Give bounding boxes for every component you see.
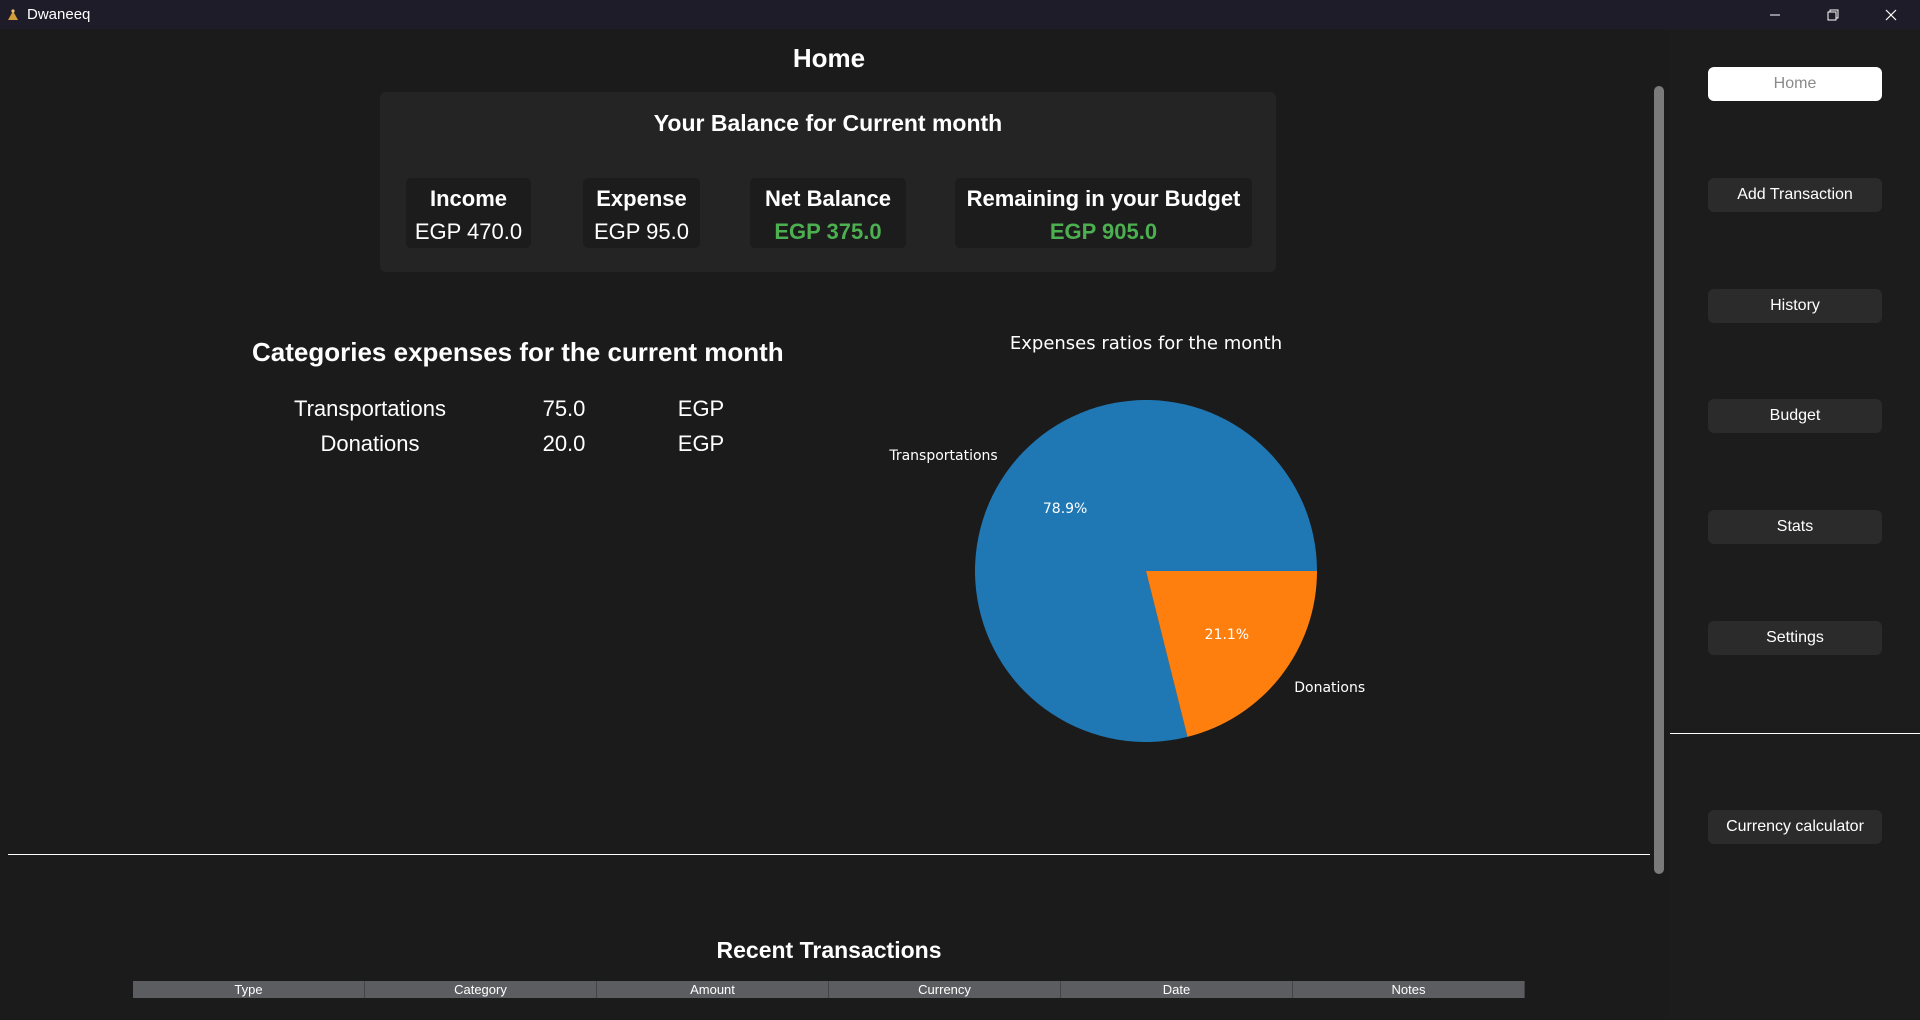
column-header-type[interactable]: Type <box>133 981 365 998</box>
pie-chart-svg: Expenses ratios for the month 78.9% Trans… <box>888 333 1365 743</box>
category-currency: EGP <box>677 431 725 456</box>
section-divider <box>8 854 1650 855</box>
column-header-amount[interactable]: Amount <box>596 981 830 998</box>
title-bar: Dwaneeq <box>0 0 1920 29</box>
net-balance-card: Net Balance EGP 375.0 <box>750 178 906 248</box>
column-header-notes[interactable]: Notes <box>1292 981 1525 998</box>
window-title: Dwaneeq <box>27 6 91 23</box>
remaining-budget-label: Remaining in your Budget <box>966 186 1241 211</box>
income-card: Income EGP 470.0 <box>406 178 531 248</box>
restore-icon[interactable] <box>1804 0 1862 29</box>
pie-percent-label: 78.9% <box>1043 501 1087 517</box>
sidebar: Home Add Transaction History Budget Stat… <box>1670 29 1920 1020</box>
table-header-row: Type Category Amount Currency Date Notes <box>133 981 1525 998</box>
scrollbar-thumb[interactable] <box>1654 86 1664 874</box>
nav-settings-button[interactable]: Settings <box>1708 621 1882 655</box>
category-amount: 20.0 <box>542 431 586 456</box>
nav-stats-button[interactable]: Stats <box>1708 510 1882 544</box>
balance-panel: Your Balance for Current month Income EG… <box>380 92 1276 272</box>
column-header-currency[interactable]: Currency <box>828 981 1062 998</box>
page-title: Home <box>792 43 866 73</box>
scrollbar[interactable] <box>1654 86 1664 874</box>
net-balance-value: EGP 375.0 <box>774 219 882 244</box>
column-header-category[interactable]: Category <box>364 981 598 998</box>
pie-category-label: Transportations <box>888 448 997 464</box>
pie-category-label: Donations <box>1294 680 1365 696</box>
nav-add-transaction-button[interactable]: Add Transaction <box>1708 178 1882 212</box>
net-balance-label: Net Balance <box>765 186 891 211</box>
expense-card: Expense EGP 95.0 <box>583 178 700 248</box>
remaining-budget-value: EGP 905.0 <box>1049 219 1158 244</box>
category-amount: 75.0 <box>542 396 586 421</box>
transactions-table: Type Category Amount Currency Date Notes <box>133 981 1525 998</box>
income-value: EGP 470.0 <box>414 219 523 244</box>
main-content: Home Your Balance for Current month Inco… <box>0 29 1670 1020</box>
nav-home-button[interactable]: Home <box>1708 67 1882 101</box>
expense-label: Expense <box>596 186 687 211</box>
close-icon[interactable] <box>1862 0 1920 29</box>
nav-budget-button[interactable]: Budget <box>1708 399 1882 433</box>
categories-title: Categories expenses for the current mont… <box>252 337 784 367</box>
chart-title: Expenses ratios for the month <box>1010 333 1282 354</box>
nav-history-button[interactable]: History <box>1708 289 1882 323</box>
income-label: Income <box>429 186 508 211</box>
app-logo-icon <box>6 8 20 22</box>
category-name: Donations <box>320 431 420 456</box>
balance-title: Your Balance for Current month <box>653 110 1003 136</box>
category-currency: EGP <box>677 396 725 421</box>
expense-value: EGP 95.0 <box>594 219 689 244</box>
sidebar-divider <box>1670 733 1920 734</box>
remaining-budget-card: Remaining in your Budget EGP 905.0 <box>955 178 1252 248</box>
recent-transactions-title: Recent Transactions <box>716 937 942 963</box>
pie-percent-label: 21.1% <box>1205 627 1249 643</box>
category-name: Transportations <box>293 396 447 421</box>
nav-currency-calculator-button[interactable]: Currency calculator <box>1708 810 1882 844</box>
column-header-date[interactable]: Date <box>1060 981 1293 998</box>
minimize-icon[interactable] <box>1746 0 1804 29</box>
expenses-pie-chart: Expenses ratios for the month 78.9% Trans… <box>880 299 1400 769</box>
